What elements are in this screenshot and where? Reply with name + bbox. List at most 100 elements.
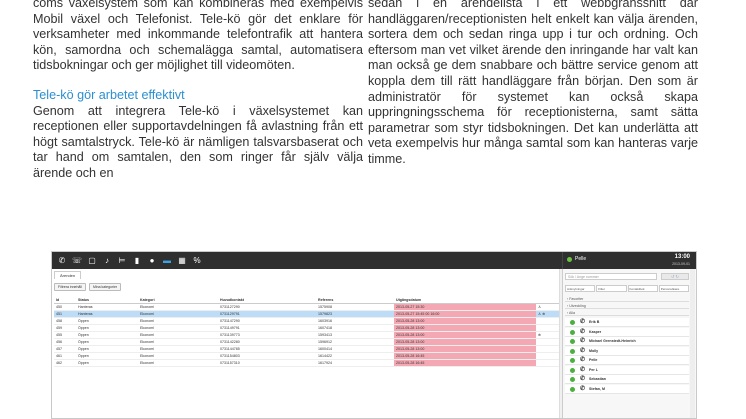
group-label: Alla	[569, 311, 575, 315]
contact-item[interactable]: ✆ Erik B	[565, 318, 689, 327]
cell-contact: 0731147290	[218, 317, 316, 325]
window-icon[interactable]: ▢	[87, 256, 97, 266]
queue-phone-icon[interactable]: ☏	[72, 256, 82, 266]
section-heading: Tele-kö gör arbetet effektivt	[33, 87, 185, 102]
contact-item[interactable]: ✆ Per L	[565, 365, 689, 375]
tab-contact-book[interactable]: Kontaktbok	[627, 285, 658, 292]
cell-flag	[536, 324, 560, 332]
contact-item[interactable]: ✆ Pelle	[565, 356, 689, 365]
cell-status: Öppen	[76, 359, 138, 367]
briefcase-icon[interactable]: ▬	[162, 256, 172, 266]
contacts-scrollbar[interactable]	[690, 269, 695, 418]
calendar-icon[interactable]: ▦	[177, 256, 187, 266]
table-row[interactable]: 455 Öppen Ekonomi 0731139773 1593413 2013-05-…	[54, 331, 560, 339]
tab-arenden[interactable]: Ärenden	[54, 271, 82, 279]
table-row[interactable]: 456 Öppen Ekonomi 0731142280 1596912 2013-05-…	[54, 338, 560, 346]
left-column: coms växelsystem som kan kombineras med …	[33, 0, 363, 182]
bed-icon[interactable]: ⊨	[117, 256, 127, 266]
cell-ref: 1593413	[316, 331, 394, 339]
cell-cat: Ekonomi	[138, 317, 218, 325]
cell-ref: 1579823	[316, 310, 394, 318]
user-status[interactable]: Pelle 13:00 2013-09-01	[562, 252, 696, 269]
table-row[interactable]: 451 Hanteras Ekonomi 0731129791 1579823 2013-…	[54, 310, 560, 318]
microphone-icon[interactable]: ♪	[102, 256, 112, 266]
contact-tabs: Anknytningar Filter Kontaktbok Personsök…	[565, 285, 689, 292]
cell-due: 2013-05-27 15:45 00 16:00	[394, 310, 536, 318]
contact-item[interactable]: ✆ Kasper	[565, 327, 689, 337]
cell-status: Hanteras	[76, 310, 138, 318]
table-row[interactable]: 461 Öppen Ekonomi 0731154803 1614422 2013-05-…	[54, 352, 560, 360]
article-text: coms växelsystem som kan kombineras med …	[0, 0, 746, 215]
contact-name: Michael Grenstedt-Heinrich	[589, 339, 636, 343]
cell-id: 450	[54, 303, 76, 311]
call-button[interactable]: ↺ ↻	[661, 273, 689, 280]
contact-group[interactable]: › Utveckling	[565, 303, 689, 309]
contact-item[interactable]: ✆ Molly	[565, 346, 689, 356]
left-body-paragraph: Genom att integrera Tele-kö i växelsyste…	[33, 103, 363, 180]
cell-status: Öppen	[76, 345, 138, 353]
link-icon[interactable]: %	[192, 256, 202, 266]
case-tabs: Ärenden	[54, 271, 82, 279]
available-status-icon	[570, 339, 575, 344]
phone-icon[interactable]: ✆	[580, 385, 585, 394]
available-status-icon	[570, 329, 575, 335]
search-input[interactable]: Sök / Ange nummer	[565, 273, 657, 280]
bar-chart-icon[interactable]: ▮	[132, 256, 142, 266]
table-row[interactable]: 458 Öppen Ekonomi 0731147290 1603916 2013-05-…	[54, 317, 560, 325]
phone-icon[interactable]: ✆	[580, 337, 585, 346]
cell-contact: 0731127290	[218, 303, 316, 311]
case-list-panel: Ärenden Filtrera innehåll Mina kategorie…	[52, 269, 564, 418]
tab-extensions[interactable]: Anknytningar	[565, 285, 596, 292]
phone-icon[interactable]: ✆	[580, 328, 585, 337]
table-row[interactable]: 459 Öppen Ekonomi 0731149791 1607418 2013-05-…	[54, 324, 560, 332]
cell-id: 456	[54, 338, 76, 346]
cell-due: 2013-05-28 16:45	[394, 352, 536, 360]
contact-item[interactable]: ✆ Michael Grenstedt-Heinrich	[565, 337, 689, 346]
tab-filter[interactable]: Filter	[596, 285, 627, 292]
cell-cat: Ekonomi	[138, 338, 218, 346]
cell-contact: 0731142280	[218, 338, 316, 346]
cell-ref: 1607418	[316, 324, 394, 332]
globe-icon[interactable]: ●	[147, 256, 157, 266]
cell-contact: 0731129791	[218, 310, 316, 318]
cell-flag: ⊕	[536, 331, 560, 339]
phone-icon[interactable]: ✆	[580, 366, 585, 375]
cell-cat: Ekonomi	[138, 331, 218, 339]
phone-icon[interactable]: ✆	[580, 356, 585, 365]
cell-cat: Ekonomi	[138, 303, 218, 311]
contact-group[interactable]: › Alla	[565, 310, 689, 316]
available-status-icon	[570, 348, 575, 354]
cell-status: Öppen	[76, 352, 138, 360]
phone-icon[interactable]: ✆	[580, 375, 585, 384]
contact-group[interactable]: › Favoriter	[565, 296, 689, 302]
filter-content-button[interactable]: Filtrera innehåll	[54, 283, 86, 291]
phone-icon[interactable]: ✆	[57, 256, 67, 266]
contact-name: Kasper	[589, 329, 602, 334]
cell-id: 462	[54, 359, 76, 367]
table-row[interactable]: 450 Hanteras Ekonomi 0731127290 1575908 2013-…	[54, 303, 560, 311]
tab-pager[interactable]: Personsökare	[658, 285, 689, 292]
cell-id: 459	[54, 324, 76, 332]
contact-name: Stefan, M	[589, 386, 605, 391]
left-intro-paragraph: coms växelsystem som kan kombineras med …	[33, 0, 363, 73]
group-label: Favoriter	[569, 297, 584, 301]
cell-status: Hanteras	[76, 303, 138, 311]
phone-icon[interactable]: ✆	[580, 318, 585, 327]
app-screenshot: ✆ ☏ ▢ ♪ ⊨ ▮ ● ▬ ▦ % Pelle 13:00 2013-09-…	[51, 251, 697, 419]
table-row[interactable]: 462 Öppen Ekonomi 0731157310 1617924 2013-05-…	[54, 359, 560, 367]
filter-bar: Filtrera innehåll Mina kategorier	[54, 283, 122, 291]
contact-item[interactable]: ✆ Stefan, M	[565, 384, 689, 394]
phone-icon[interactable]: ✆	[580, 347, 585, 356]
contact-name: Erik B	[589, 320, 600, 324]
cell-contact: 0731144785	[218, 345, 316, 353]
my-categories-button[interactable]: Mina kategorier	[88, 283, 122, 291]
online-status-icon	[567, 257, 572, 262]
cell-status: Öppen	[76, 338, 138, 346]
cell-due: 2013-05-28 13:00	[394, 345, 536, 353]
cell-flag	[536, 317, 560, 325]
cell-contact: 0731149791	[218, 324, 316, 332]
table-row[interactable]: 457 Öppen Ekonomi 0731144785 1600414 2013-05-…	[54, 345, 560, 353]
cell-ref: 1575908	[316, 303, 394, 311]
contact-item[interactable]: ✆ Sebastian	[565, 375, 689, 384]
cell-ref: 1614422	[316, 352, 394, 360]
